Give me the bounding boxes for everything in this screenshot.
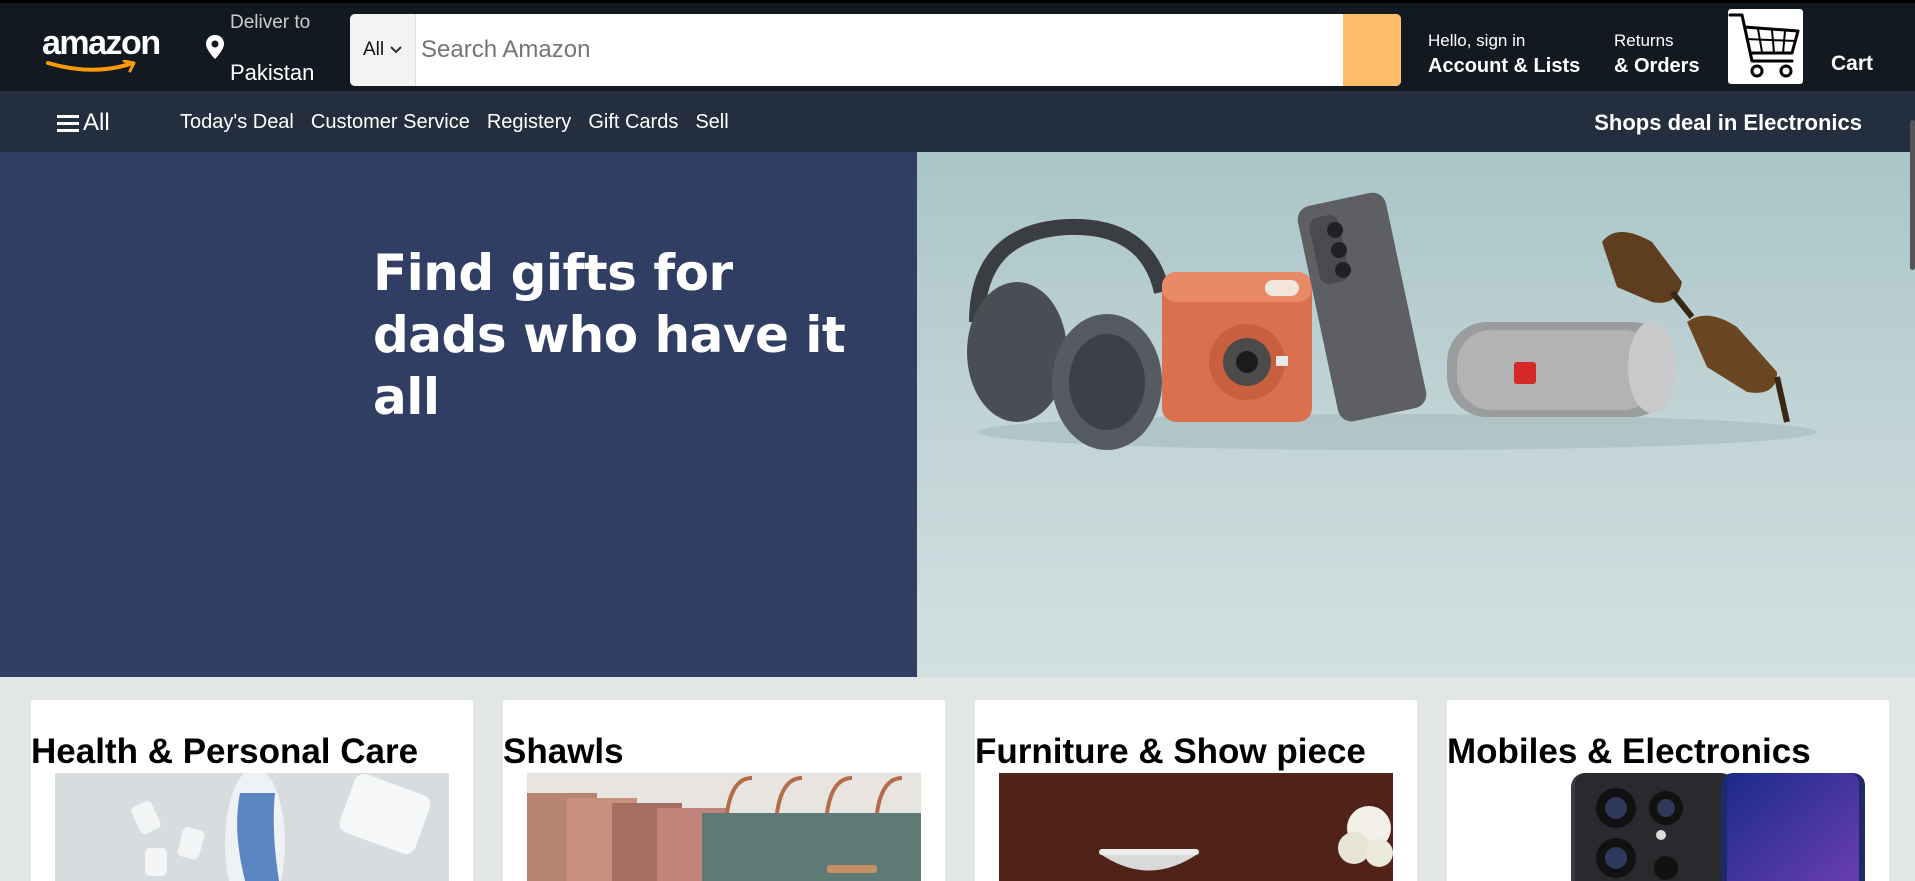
secondary-navigation-bar: All Today's Deal Customer Service Regist… bbox=[0, 91, 1915, 152]
account-lists-label: Account & Lists bbox=[1428, 55, 1581, 77]
hero-headline-line1: Find gifts for bbox=[373, 244, 733, 302]
returns-and-orders[interactable]: Returns & Orders bbox=[1614, 31, 1700, 78]
search-input[interactable] bbox=[416, 14, 1343, 86]
shopping-cart-icon bbox=[1728, 13, 1800, 78]
gadgets-illustration bbox=[967, 192, 1817, 450]
nav-link-gift-cards[interactable]: Gift Cards bbox=[588, 111, 678, 134]
subnav-links: Today's Deal Customer Service Registery … bbox=[180, 111, 729, 134]
sign-in-greeting: Hello, sign in bbox=[1428, 31, 1526, 50]
category-title: Furniture & Show piece bbox=[975, 732, 1366, 771]
search-category-dropdown[interactable]: All bbox=[350, 14, 416, 86]
hamburger-menu-icon bbox=[57, 115, 79, 132]
category-card-mobiles[interactable]: Mobiles & Electronics bbox=[1447, 700, 1889, 881]
hero-banner[interactable]: Find gifts for dads who have it all bbox=[0, 152, 1915, 677]
instant-camera-icon bbox=[1162, 272, 1312, 422]
smartphone-icon bbox=[1297, 192, 1427, 422]
furniture-image[interactable] bbox=[999, 773, 1393, 881]
orders-label: & Orders bbox=[1614, 55, 1700, 77]
personal-care-products-image[interactable] bbox=[55, 773, 449, 881]
logo-smile-icon bbox=[46, 60, 136, 73]
top-navigation-bar: amazon Deliver to Pakistan All Hello, si… bbox=[0, 0, 1915, 91]
deliver-label: Deliver to bbox=[230, 12, 311, 33]
logo-text: amazon bbox=[42, 24, 161, 62]
search-bar: All bbox=[350, 14, 1401, 86]
all-menu-button[interactable]: All bbox=[57, 109, 110, 137]
nav-link-sell[interactable]: Sell bbox=[695, 111, 728, 134]
cart-icon[interactable] bbox=[1728, 9, 1803, 84]
category-title: Mobiles & Electronics bbox=[1447, 732, 1811, 771]
nav-link-customer-service[interactable]: Customer Service bbox=[311, 111, 470, 134]
hero-text-panel: Find gifts for dads who have it all bbox=[0, 152, 917, 677]
page-scrollbar[interactable] bbox=[1910, 120, 1915, 270]
category-card-health[interactable]: Health & Personal Care bbox=[31, 700, 473, 881]
category-card-shawls[interactable]: Shawls bbox=[503, 700, 945, 881]
nav-link-todays-deal[interactable]: Today's Deal bbox=[180, 111, 294, 134]
category-title: Health & Personal Care bbox=[31, 732, 419, 771]
search-button[interactable] bbox=[1343, 14, 1401, 86]
amazon-logo[interactable]: amazon bbox=[42, 25, 166, 75]
deliver-to-location[interactable]: Deliver to Pakistan bbox=[205, 3, 345, 94]
cart-label[interactable]: Cart bbox=[1831, 52, 1873, 76]
hero-headline-line2: dads who have it all bbox=[373, 306, 846, 426]
nav-link-registery[interactable]: Registery bbox=[487, 111, 571, 134]
speaker-icon bbox=[1447, 321, 1676, 417]
hero-headline: Find gifts for dads who have it all bbox=[373, 242, 917, 428]
search-category-label: All bbox=[362, 39, 385, 60]
chevron-down-icon bbox=[390, 46, 402, 54]
smartphone-image[interactable] bbox=[1471, 773, 1865, 881]
hero-product-image bbox=[917, 152, 1915, 677]
deliver-location: Pakistan bbox=[230, 60, 315, 85]
electronics-deals-link[interactable]: Shops deal in Electronics bbox=[1594, 110, 1862, 136]
account-and-lists[interactable]: Hello, sign in Account & Lists bbox=[1428, 31, 1580, 78]
headphones-icon bbox=[967, 218, 1170, 450]
shawls-image[interactable] bbox=[527, 773, 921, 881]
location-pin-icon bbox=[206, 35, 224, 59]
category-card-furniture[interactable]: Furniture & Show piece bbox=[975, 700, 1417, 881]
category-title: Shawls bbox=[503, 732, 624, 771]
returns-label: Returns bbox=[1614, 31, 1674, 50]
all-menu-label: All bbox=[83, 109, 110, 136]
